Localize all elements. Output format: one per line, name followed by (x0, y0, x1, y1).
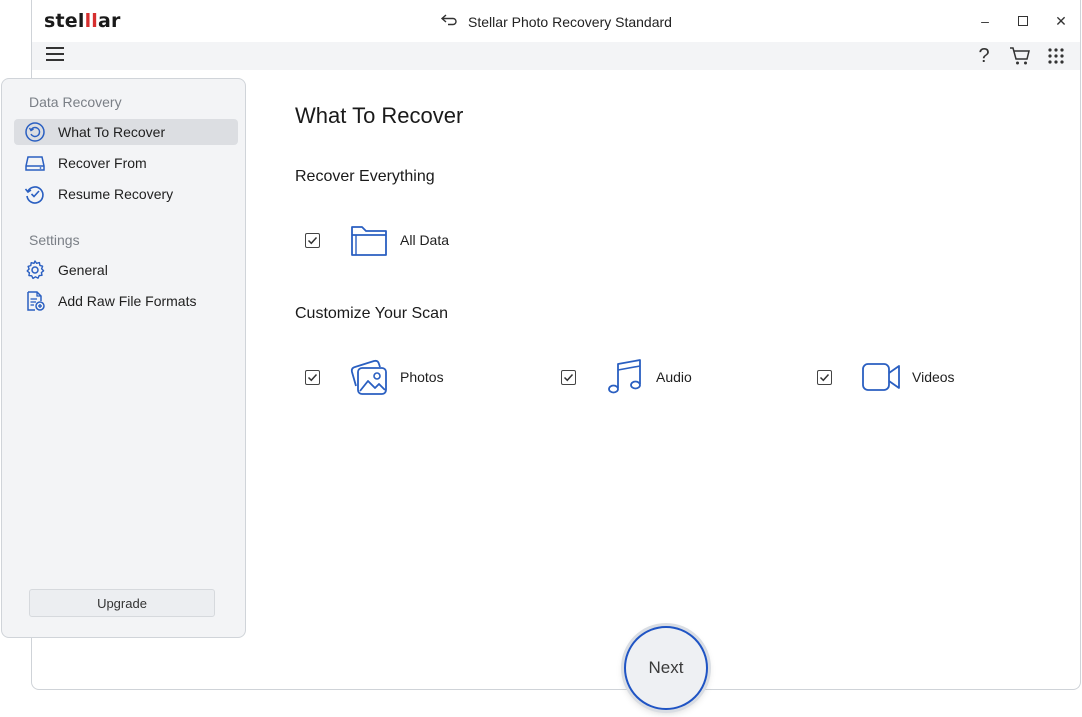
video-camera-icon (862, 363, 900, 391)
option-all-data[interactable]: All Data (305, 218, 449, 262)
resume-recovery-icon (24, 186, 44, 204)
sidebar-item-what-to-recover[interactable]: What To Recover (14, 119, 238, 145)
upgrade-button[interactable]: Upgrade (29, 589, 215, 617)
sidebar-item-resume-recovery[interactable]: Resume Recovery (14, 181, 238, 207)
toolbar-right: ? (972, 44, 1068, 68)
title-bar: stelllar Stellar Photo Recovery Standard… (32, 0, 1080, 42)
close-button[interactable]: ✕ (1042, 8, 1080, 34)
photos-label: Photos (400, 369, 444, 385)
audio-checkbox[interactable] (561, 369, 576, 385)
videos-label: Videos (912, 369, 955, 385)
window-title: Stellar Photo Recovery Standard (32, 13, 1080, 31)
all-data-label: All Data (400, 232, 450, 248)
section-label-settings: Settings (29, 232, 80, 248)
minimize-button[interactable]: – (966, 8, 1004, 34)
sidebar-item-label: General (58, 262, 108, 278)
all-data-checkbox[interactable] (305, 232, 320, 248)
option-videos[interactable]: Videos (817, 355, 955, 399)
window-title-text: Stellar Photo Recovery Standard (468, 14, 672, 30)
sidebar-item-add-raw-file-formats[interactable]: Add Raw File Formats (14, 288, 238, 314)
sidebar-item-label: Add Raw File Formats (58, 293, 197, 309)
cart-icon[interactable] (1008, 44, 1032, 68)
add-file-format-icon (27, 291, 45, 311)
recover-everything-heading: Recover Everything (295, 168, 435, 185)
sidebar-item-label: What To Recover (58, 124, 166, 140)
drive-icon (25, 156, 45, 171)
sidebar: Data Recovery What To Recover Recover Fr… (1, 78, 246, 638)
back-arrow-icon[interactable] (440, 13, 458, 31)
help-button[interactable]: ? (972, 44, 996, 68)
option-audio[interactable]: Audio (561, 355, 692, 399)
photos-icon (350, 359, 387, 395)
toolbar: ? (32, 42, 1080, 70)
section-label-data-recovery: Data Recovery (29, 94, 122, 110)
customize-scan-heading: Customize Your Scan (295, 305, 448, 322)
videos-checkbox[interactable] (817, 369, 832, 385)
gear-icon (26, 260, 45, 280)
option-photos[interactable]: Photos (305, 355, 444, 399)
page-title: What To Recover (295, 103, 464, 128)
window-controls: – ✕ (966, 8, 1080, 34)
folder-icon (351, 226, 387, 256)
sidebar-item-label: Recover From (58, 155, 147, 171)
music-note-icon (608, 359, 641, 394)
what-to-recover-icon (25, 122, 45, 142)
audio-label: Audio (656, 369, 692, 385)
next-button[interactable]: Next (624, 626, 708, 710)
sidebar-item-label: Resume Recovery (58, 186, 174, 202)
apps-grid-icon[interactable] (1044, 44, 1068, 68)
maximize-button[interactable] (1004, 8, 1042, 34)
sidebar-item-recover-from[interactable]: Recover From (14, 150, 238, 176)
hamburger-menu-icon[interactable] (46, 47, 64, 63)
photos-checkbox[interactable] (305, 369, 320, 385)
sidebar-item-general[interactable]: General (14, 257, 238, 283)
